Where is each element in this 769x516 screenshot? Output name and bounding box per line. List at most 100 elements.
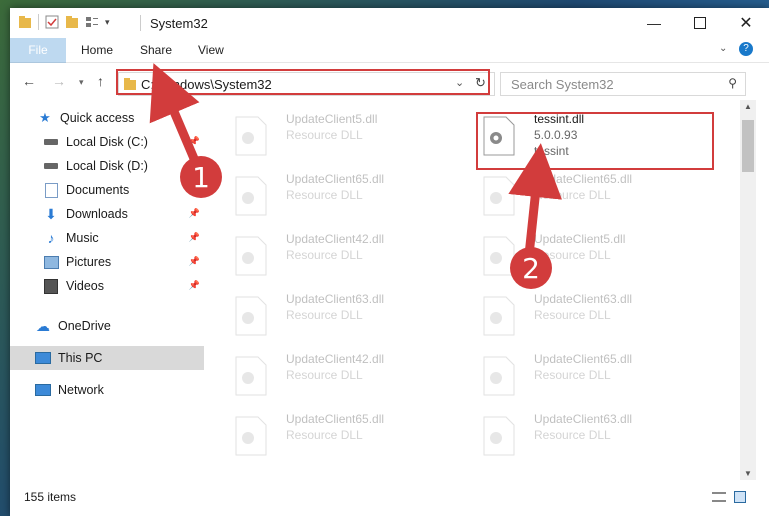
- new-folder-icon[interactable]: [65, 15, 79, 29]
- scroll-up-icon[interactable]: ▲: [744, 102, 752, 111]
- sidebar-item-label: Network: [58, 383, 104, 397]
- tab-view[interactable]: View: [198, 38, 224, 62]
- videos-icon: [42, 278, 60, 294]
- refresh-button[interactable]: ↻: [475, 75, 486, 91]
- list-item[interactable]: UpdateClient42.dll Resource DLL: [220, 348, 450, 408]
- list-item[interactable]: UpdateClient42.dll Resource DLL: [220, 228, 450, 288]
- dll-file-icon: [483, 416, 515, 456]
- dll-file-icon: [483, 176, 515, 216]
- file-name: tessint.dll: [534, 112, 585, 126]
- drive-icon: [42, 134, 60, 150]
- quick-access-toolbar: ▾: [18, 14, 110, 30]
- computer-icon: [34, 350, 52, 366]
- sidebar-item-label: Local Disk (C:): [66, 135, 148, 149]
- vertical-scrollbar[interactable]: ▲ ▼: [740, 100, 756, 480]
- recent-locations-icon[interactable]: ▾: [79, 77, 84, 88]
- scroll-down-icon[interactable]: ▼: [744, 469, 752, 478]
- status-bar: 155 items: [10, 480, 769, 516]
- list-item[interactable]: UpdateClient63.dll Resource DLL: [468, 288, 698, 348]
- address-dropdown-icon[interactable]: ⌄: [455, 76, 464, 89]
- list-item[interactable]: UpdateClient65.dll Resource DLL: [220, 408, 450, 468]
- list-item[interactable]: UpdateClient5.dll Resource DLL: [220, 108, 450, 168]
- sidebar-item-label: Downloads: [66, 207, 128, 221]
- sidebar-item-videos[interactable]: Videos 📌: [10, 274, 204, 298]
- sidebar-item-local-disk-c[interactable]: Local Disk (C:) 📌: [10, 130, 204, 154]
- drive-icon: [42, 158, 60, 174]
- list-item[interactable]: UpdateClient65.dll Resource DLL: [220, 168, 450, 228]
- up-button[interactable]: ↑: [97, 73, 104, 89]
- file-type: Resource DLL: [286, 368, 363, 382]
- maximize-icon: [694, 17, 706, 29]
- dll-file-icon: [235, 296, 267, 336]
- back-button[interactable]: ←: [22, 73, 36, 89]
- file-name: UpdateClient63.dll: [534, 292, 633, 306]
- folder-icon: [124, 78, 136, 90]
- sidebar-item-label: Music: [66, 231, 99, 245]
- cloud-icon: ☁: [36, 317, 50, 334]
- music-icon: ♪: [47, 230, 55, 246]
- expand-ribbon-icon[interactable]: ⌄: [719, 43, 727, 54]
- dll-file-icon: [235, 356, 267, 396]
- file-type: Resource DLL: [534, 428, 611, 442]
- file-type: Resource DLL: [534, 308, 611, 322]
- sidebar-item-network[interactable]: Network: [10, 378, 204, 402]
- download-icon: ⬇: [45, 205, 57, 222]
- close-button[interactable]: ✕: [723, 8, 769, 38]
- sidebar-item-label: Quick access: [60, 111, 135, 125]
- sidebar-item-downloads[interactable]: ⬇ Downloads 📌: [10, 202, 204, 226]
- list-item[interactable]: UpdateClient65.dll Resource DLL: [468, 168, 698, 228]
- sidebar-item-label: This PC: [58, 351, 103, 365]
- customize-dropdown-icon[interactable]: ▾: [105, 17, 110, 28]
- dll-file-icon: [235, 416, 267, 456]
- pin-icon[interactable]: 📌: [189, 136, 200, 147]
- list-item[interactable]: UpdateClient63.dll Resource DLL: [220, 288, 450, 348]
- help-icon[interactable]: ?: [739, 42, 753, 56]
- file-version: 5.0.0.93: [534, 128, 578, 142]
- file-name: UpdateClient42.dll: [286, 232, 385, 246]
- folder-icon[interactable]: [18, 15, 32, 29]
- file-description: tessint: [534, 144, 569, 158]
- minimize-button[interactable]: —: [631, 8, 677, 38]
- list-item-tessint[interactable]: tessint.dll 5.0.0.93 tessint: [468, 108, 698, 168]
- sidebar-item-this-pc[interactable]: This PC: [10, 346, 204, 370]
- sidebar-item-label: Documents: [66, 183, 130, 197]
- file-type: Resource DLL: [286, 128, 363, 142]
- tab-share[interactable]: Share: [140, 38, 172, 62]
- separator: [38, 14, 39, 30]
- pin-icon[interactable]: 📌: [189, 256, 200, 267]
- sidebar-item-quick-access[interactable]: ★ Quick access: [10, 106, 204, 130]
- file-type: Resource DLL: [286, 308, 363, 322]
- sidebar-item-music[interactable]: ♪ Music 📌: [10, 226, 204, 250]
- address-bar[interactable]: C:\Windows\System32 ⌄ ↻: [118, 72, 495, 96]
- title-bar: ▾ System32 — ✕: [10, 8, 769, 38]
- sidebar-item-pictures[interactable]: Pictures 📌: [10, 250, 204, 274]
- list-item[interactable]: UpdateClient63.dll Resource DLL: [468, 408, 698, 468]
- network-icon: [34, 382, 52, 398]
- file-name: UpdateClient65.dll: [286, 172, 385, 186]
- details-view-icon[interactable]: [712, 492, 726, 502]
- dll-file-icon: [483, 296, 515, 336]
- tab-home[interactable]: Home: [81, 38, 113, 62]
- list-item[interactable]: UpdateClient5.dll Resource DLL: [468, 228, 698, 288]
- maximize-button[interactable]: [677, 8, 723, 38]
- pin-icon[interactable]: 📌: [189, 208, 200, 219]
- view-icon[interactable]: [85, 15, 99, 29]
- forward-button[interactable]: →: [52, 73, 66, 89]
- pin-icon[interactable]: 📌: [189, 232, 200, 243]
- file-type: Resource DLL: [286, 428, 363, 442]
- search-placeholder: Search System32: [511, 77, 614, 92]
- properties-icon[interactable]: [45, 15, 59, 29]
- file-name: UpdateClient63.dll: [286, 292, 385, 306]
- pin-icon[interactable]: 📌: [189, 280, 200, 291]
- list-item[interactable]: UpdateClient65.dll Resource DLL: [468, 348, 698, 408]
- large-icons-view-icon[interactable]: [734, 491, 746, 503]
- star-icon: ★: [39, 110, 51, 125]
- search-box[interactable]: Search System32 ⚲: [500, 72, 746, 96]
- scrollbar-thumb[interactable]: [742, 120, 754, 172]
- sidebar-item-label: OneDrive: [58, 319, 111, 333]
- documents-icon: [42, 182, 60, 198]
- dll-file-icon: [235, 236, 267, 276]
- sidebar-item-documents[interactable]: Documents: [10, 178, 204, 202]
- sidebar-item-onedrive[interactable]: ☁ OneDrive: [10, 314, 204, 338]
- sidebar-item-local-disk-d[interactable]: Local Disk (D:): [10, 154, 204, 178]
